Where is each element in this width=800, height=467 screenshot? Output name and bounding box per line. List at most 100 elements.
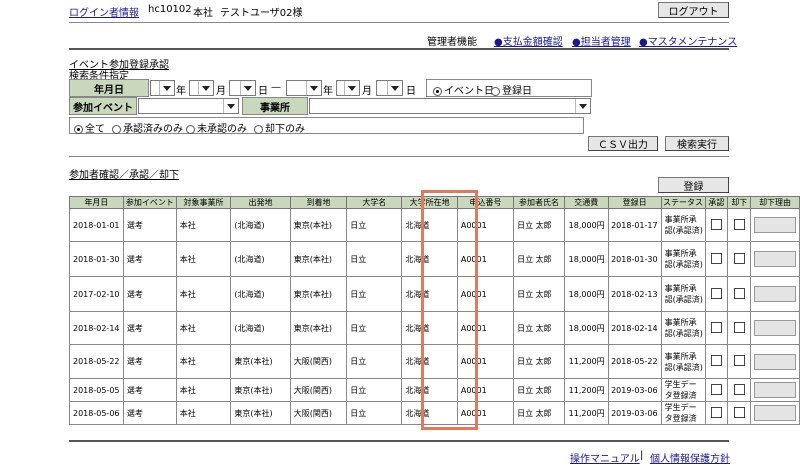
admin-link-payment[interactable]: ●支払金額確認	[494, 33, 563, 48]
row-to: 東京(本社)	[289, 241, 348, 277]
status-rejected-only[interactable]: 却下のみ	[254, 120, 305, 135]
results-table: 年月日 参加イベント 対象事業所 出発地 到着地 大学名 大学所在地 申込番号 …	[69, 196, 800, 425]
footer-divider	[69, 440, 729, 442]
status-all[interactable]: 全て	[74, 120, 105, 135]
reject-checkbox[interactable]	[733, 406, 745, 418]
event-select[interactable]	[138, 98, 239, 114]
row-to: 大阪(関西)	[289, 378, 348, 402]
reject-checkbox[interactable]	[733, 383, 745, 395]
row-date: 2018-05-22	[69, 344, 124, 379]
row-event: 選考	[122, 208, 177, 242]
start-year-select[interactable]	[150, 80, 175, 96]
date-label: 年月日	[69, 79, 149, 97]
approve-checkbox[interactable]	[710, 287, 722, 299]
reject-reason-input[interactable]	[754, 251, 797, 267]
col-header-status: ステータス	[660, 196, 706, 209]
chevron-down-icon	[344, 81, 359, 95]
status-approved-only[interactable]: 承認済みのみ	[112, 120, 183, 135]
end-year-select[interactable]	[286, 80, 322, 96]
admin-link-staff[interactable]: ●担当者管理	[572, 33, 631, 48]
reject-reason-cell	[750, 401, 800, 425]
reject-reason-cell	[750, 276, 800, 312]
col-header-to: 到着地	[289, 196, 348, 209]
row-name: 日立 太郎	[513, 344, 565, 379]
end-month-select[interactable]	[336, 80, 360, 96]
row-event: 選考	[122, 344, 177, 379]
row-office: 本社	[175, 276, 232, 312]
day-unit: 日	[258, 86, 268, 97]
row-to: 東京(本社)	[289, 276, 348, 312]
start-day-select[interactable]	[229, 80, 256, 96]
approve-checkbox-cell	[704, 241, 729, 277]
header-divider	[69, 22, 729, 23]
row-univ: 日立	[346, 344, 403, 379]
start-month-select[interactable]	[189, 80, 214, 96]
row-office: 本社	[175, 208, 232, 242]
login-info-link[interactable]: ログイン者情報	[69, 4, 139, 19]
user-name: テストユーザ02様	[220, 8, 303, 19]
row-from: 東京(本社)	[230, 378, 291, 402]
admin-link-master[interactable]: ●マスタメンテナンス	[639, 33, 737, 48]
approve-checkbox[interactable]	[710, 355, 722, 366]
row-reg-date: 2018-02-14	[607, 311, 662, 345]
reject-checkbox-cell	[727, 311, 752, 345]
csv-export-button[interactable]: ＣＳＶ出力	[588, 136, 658, 151]
admin-label: 管理者機能	[427, 37, 477, 48]
reject-checkbox[interactable]	[733, 287, 745, 299]
table-row: 2018-05-22 選考 本社 東京(本社) 大阪(関西) 日立 北海道 A0001 日立 太…	[69, 344, 800, 379]
chevron-down-icon	[575, 99, 590, 113]
approve-checkbox-cell	[704, 344, 729, 379]
reject-checkbox[interactable]	[733, 321, 745, 333]
search-button[interactable]: 検索実行	[665, 136, 729, 151]
reject-checkbox[interactable]	[733, 252, 745, 264]
approve-checkbox[interactable]	[710, 252, 722, 264]
chevron-down-icon	[223, 99, 238, 113]
chevron-down-icon	[198, 81, 213, 95]
reject-reason-input[interactable]	[754, 286, 797, 302]
end-day-select[interactable]	[376, 80, 403, 96]
user-office: 本社	[193, 8, 213, 19]
row-from: (北海道)	[230, 241, 291, 277]
row-to: 大阪(関西)	[289, 401, 348, 425]
row-to: 東京(本社)	[289, 311, 348, 345]
date-type-event[interactable]: イベント日	[433, 82, 494, 97]
approve-checkbox-cell	[704, 378, 729, 402]
reject-checkbox[interactable]	[733, 355, 745, 366]
row-name: 日立 太郎	[513, 401, 565, 425]
row-fare: 18,000円	[563, 241, 609, 277]
privacy-link[interactable]: 個人情報保護方針	[650, 450, 730, 465]
reject-reason-input[interactable]	[754, 217, 797, 233]
reject-reason-input[interactable]	[754, 320, 797, 336]
approve-checkbox[interactable]	[710, 383, 722, 395]
date-type-registered[interactable]: 登録日	[491, 82, 532, 97]
row-event: 選考	[122, 401, 177, 425]
approve-checkbox[interactable]	[710, 218, 722, 230]
reject-checkbox[interactable]	[733, 218, 745, 230]
reject-reason-input[interactable]	[754, 382, 797, 398]
reject-checkbox-cell	[727, 401, 752, 425]
logout-button[interactable]: ログアウト	[658, 2, 729, 18]
row-fare: 11,200円	[563, 378, 609, 402]
row-reg-date: 2018-02-13	[607, 276, 662, 312]
radio-icon	[74, 124, 83, 134]
register-button[interactable]: 登録	[658, 177, 729, 193]
row-date: 2018-01-01	[69, 208, 124, 242]
reject-reason-input[interactable]	[754, 405, 797, 421]
manual-link[interactable]: 操作マニュアル	[570, 450, 640, 465]
status-unapproved-only[interactable]: 未承認のみ	[186, 120, 247, 135]
range-separator: —	[271, 82, 281, 93]
row-univ-loc: 北海道	[401, 311, 458, 345]
office-select[interactable]	[309, 98, 591, 114]
search-divider	[69, 156, 729, 157]
row-app-no: A0001	[456, 276, 515, 312]
reject-checkbox-cell	[727, 208, 752, 242]
approve-checkbox[interactable]	[710, 406, 722, 418]
row-date: 2018-05-06	[69, 401, 124, 425]
reject-reason-input[interactable]	[754, 353, 797, 370]
reject-checkbox-cell	[727, 241, 752, 277]
results-title: 参加者確認／承認／却下	[69, 170, 179, 181]
approve-checkbox[interactable]	[710, 321, 722, 333]
row-status: 事業所承認(承認済)	[660, 311, 706, 345]
row-date: 2018-02-14	[69, 311, 124, 345]
col-header-reject-reason: 却下理由	[750, 196, 800, 209]
